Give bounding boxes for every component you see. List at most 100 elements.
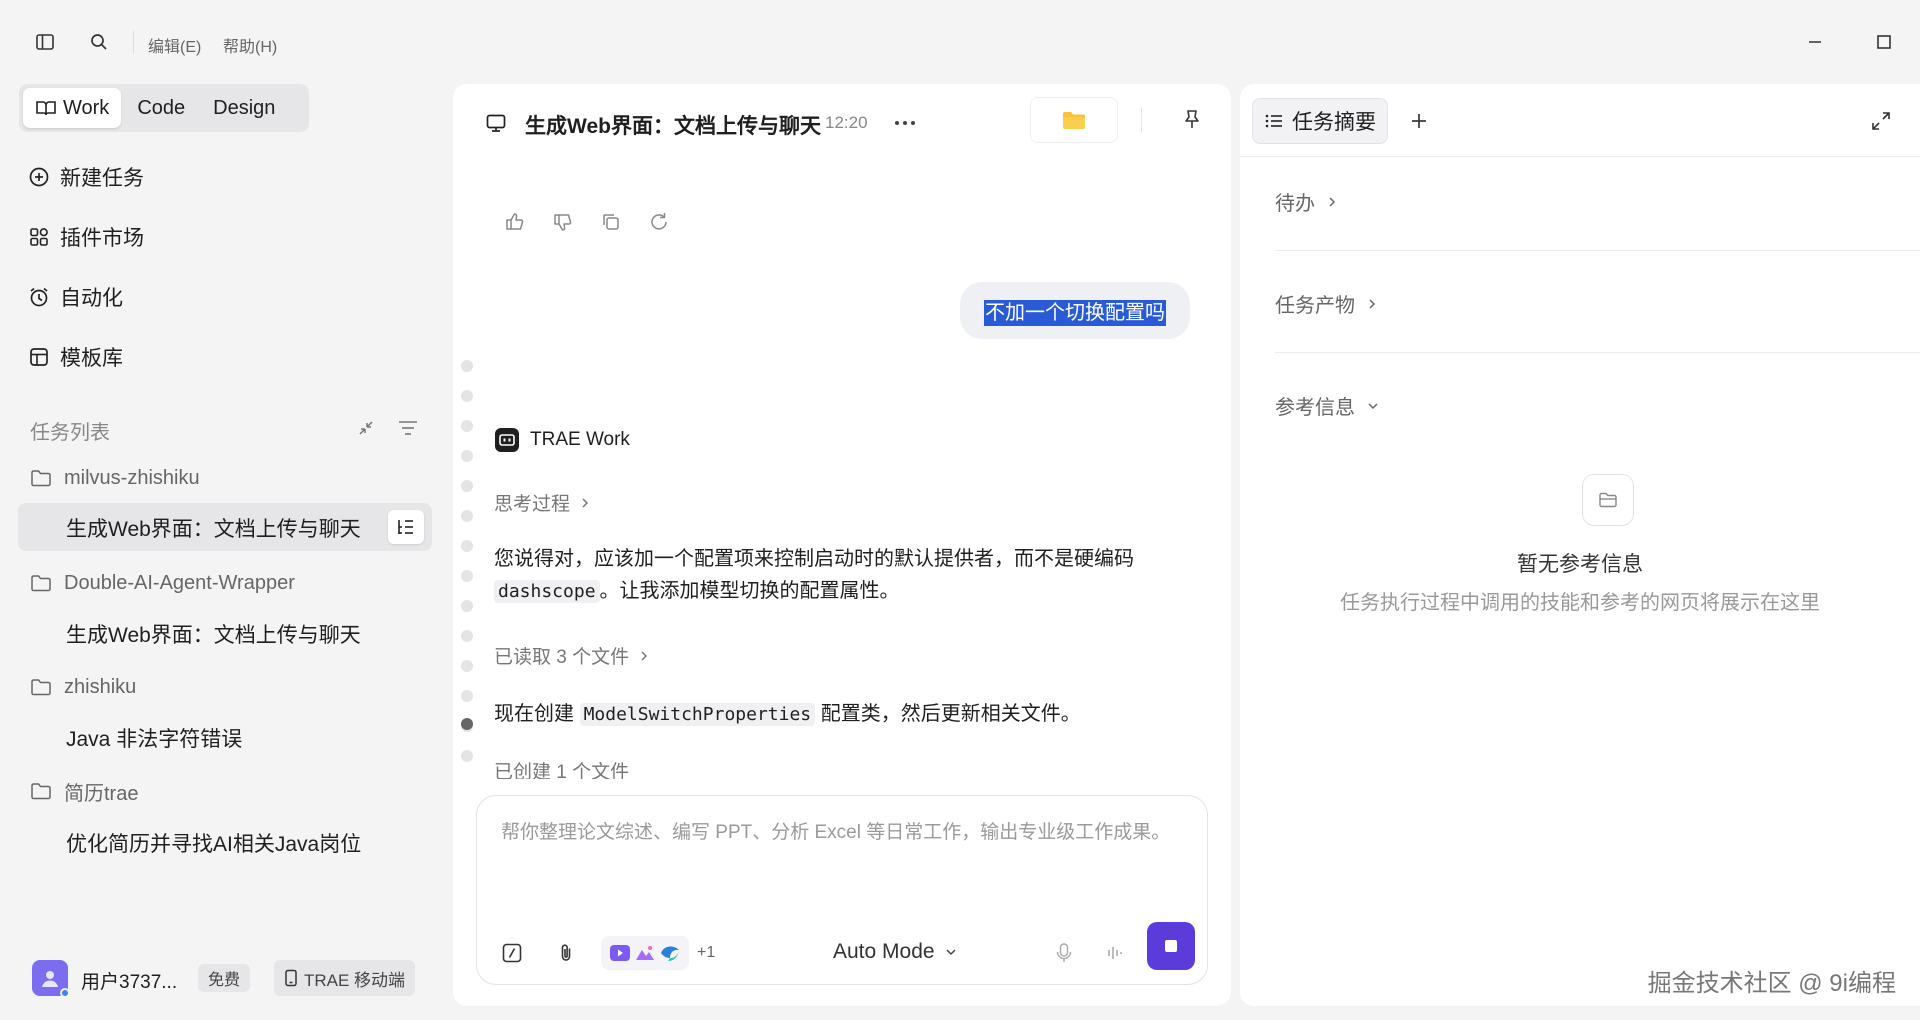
divider — [1275, 250, 1920, 251]
filter-icon[interactable] — [397, 418, 419, 438]
menu-edit[interactable]: 编辑(E) — [148, 33, 201, 57]
task-item[interactable]: Java 非法字符错误 — [66, 720, 242, 756]
book-icon — [36, 101, 56, 116]
folder-icon — [31, 470, 51, 487]
user-message-text: 不加一个切换配置吗 — [984, 300, 1166, 326]
copy-icon[interactable] — [599, 210, 623, 234]
timeline-dot[interactable] — [461, 690, 473, 702]
task-item[interactable]: 生成Web界面：文档上传与聊天 — [66, 616, 361, 652]
reply-text: 您说得对，应该加一个配置项来控制启动时的默认提供者，而不是硬编码 — [494, 548, 1134, 570]
section-outputs-label: 任务产物 — [1275, 295, 1355, 317]
chat-input[interactable]: 帮你整理论文综述、编写 PPT、分析 Excel 等日常工作，输出专业级工作成果… — [501, 818, 1181, 848]
mobile-app-button[interactable]: TRAE 移动端 — [274, 960, 416, 996]
timeline-dot[interactable] — [461, 570, 473, 582]
chat-timestamp: 12:20 — [825, 113, 868, 132]
reply-text: 配置类，然后更新相关文件。 — [820, 703, 1081, 725]
timeline-dot[interactable] — [461, 390, 473, 402]
folder-icon — [31, 783, 51, 800]
thumbs-up-icon[interactable] — [503, 210, 527, 234]
nav-new-task-label: 新建任务 — [60, 167, 144, 190]
section-outputs[interactable]: 任务产物 — [1275, 289, 1377, 318]
nav-new-task[interactable]: 新建任务 — [28, 157, 144, 197]
nav-plugins-label: 插件市场 — [60, 227, 144, 250]
plugin-grid-icon — [30, 228, 48, 246]
task-item[interactable]: 优化简历并寻找AI相关Java岗位 — [66, 825, 361, 861]
search-icon[interactable] — [81, 24, 117, 60]
mode-work-button[interactable]: Work — [23, 88, 122, 128]
more-icon[interactable] — [893, 118, 917, 128]
inline-code: dashscope — [494, 580, 600, 603]
agent-reply-paragraph: 您说得对，应该加一个配置项来控制启动时的默认提供者，而不是硬编码 dashsco… — [494, 543, 1194, 608]
empty-state-subtitle: 任务执行过程中调用的技能和参考的网页将展示在这里 — [1340, 592, 1820, 614]
template-icon — [30, 348, 48, 366]
agent-name: TRAE Work — [530, 429, 630, 450]
mode-design-button[interactable]: Design — [201, 88, 287, 128]
timeline-dot[interactable] — [461, 540, 473, 552]
timeline-dot[interactable] — [461, 630, 473, 642]
nav-templates[interactable]: 模板库 — [28, 337, 123, 377]
expand-icon[interactable] — [1870, 110, 1892, 132]
minimize-icon[interactable] — [1797, 24, 1833, 60]
slash-command-icon[interactable] — [501, 942, 523, 964]
created-files-label: 已创建 1 个文件 — [494, 761, 630, 780]
timeline-dot[interactable] — [461, 480, 473, 492]
maximize-icon[interactable] — [1866, 24, 1902, 60]
watermark: 掘金技术社区 @ 9i编程 — [1647, 970, 1896, 997]
mode-select[interactable]: Auto Mode — [833, 940, 957, 964]
section-todo[interactable]: 待办 — [1275, 187, 1337, 216]
thumbs-down-icon[interactable] — [551, 210, 575, 234]
attachment-icon[interactable] — [555, 942, 577, 964]
divider — [1240, 156, 1920, 157]
menu-help[interactable]: 帮助(H) — [223, 33, 277, 57]
folder-icon — [31, 679, 51, 696]
folder-item[interactable]: milvus-zhishiku — [30, 460, 200, 496]
nav-templates-label: 模板库 — [60, 347, 123, 370]
open-folder-button[interactable] — [1030, 97, 1118, 143]
voice-wave-icon[interactable] — [1105, 943, 1125, 963]
sidebar-toggle-icon[interactable] — [27, 24, 63, 60]
timeline-dot[interactable] — [461, 420, 473, 432]
tab-task-summary[interactable]: 任务摘要 — [1252, 98, 1388, 144]
folder-item[interactable]: zhishiku — [30, 669, 136, 705]
folder-label: zhishiku — [64, 675, 137, 698]
thinking-toggle[interactable]: 思考过程 — [494, 489, 590, 516]
title-bar: 编辑(E) 帮助(H) — [0, 0, 1920, 84]
user-name[interactable]: 用户3737... — [81, 967, 177, 994]
timeline-dot[interactable] — [461, 660, 473, 672]
stop-button[interactable] — [1147, 922, 1195, 970]
folder-label: milvus-zhishiku — [64, 466, 200, 489]
add-tab-icon[interactable] — [1408, 110, 1430, 132]
read-files-toggle[interactable]: 已读取 3 个文件 — [494, 642, 649, 669]
microphone-icon[interactable] — [1054, 941, 1074, 965]
task-outline-button[interactable] — [388, 510, 424, 544]
created-files-toggle[interactable]: 已创建 1 个文件 — [494, 761, 630, 780]
brand-plugin-icon — [661, 946, 680, 961]
folder-item[interactable]: 简历trae — [30, 773, 138, 809]
nav-automation[interactable]: 自动化 — [28, 277, 123, 317]
empty-folder-icon — [1582, 474, 1634, 526]
mode-select-label: Auto Mode — [833, 940, 935, 963]
empty-state-title: 暂无参考信息 — [1517, 553, 1643, 576]
folder-label: Double-AI-Agent-Wrapper — [64, 571, 295, 594]
mode-code-button[interactable]: Code — [125, 88, 197, 128]
section-references[interactable]: 参考信息 — [1275, 391, 1379, 420]
timeline-dot-current[interactable] — [461, 718, 473, 730]
timeline-dot[interactable] — [461, 600, 473, 612]
collapse-icon[interactable] — [356, 418, 376, 438]
folder-item[interactable]: Double-AI-Agent-Wrapper — [30, 565, 295, 601]
plugins-more-count[interactable]: +1 — [697, 944, 715, 962]
divider — [1275, 352, 1920, 353]
task-list-title: 任务列表 — [30, 422, 110, 444]
timeline-dot[interactable] — [461, 360, 473, 372]
thinking-label: 思考过程 — [494, 494, 571, 515]
timeline-dot[interactable] — [461, 450, 473, 462]
chat-icon — [485, 112, 507, 134]
plugins-stack[interactable] — [601, 936, 689, 970]
page-title: 生成Web界面：文档上传与聊天 — [525, 115, 821, 138]
timeline-dot[interactable] — [461, 510, 473, 522]
pin-icon[interactable] — [1181, 108, 1203, 132]
chevron-right-icon — [1329, 196, 1336, 207]
timeline-dot[interactable] — [461, 750, 473, 762]
regenerate-icon[interactable] — [647, 210, 671, 234]
nav-plugins[interactable]: 插件市场 — [28, 217, 144, 257]
